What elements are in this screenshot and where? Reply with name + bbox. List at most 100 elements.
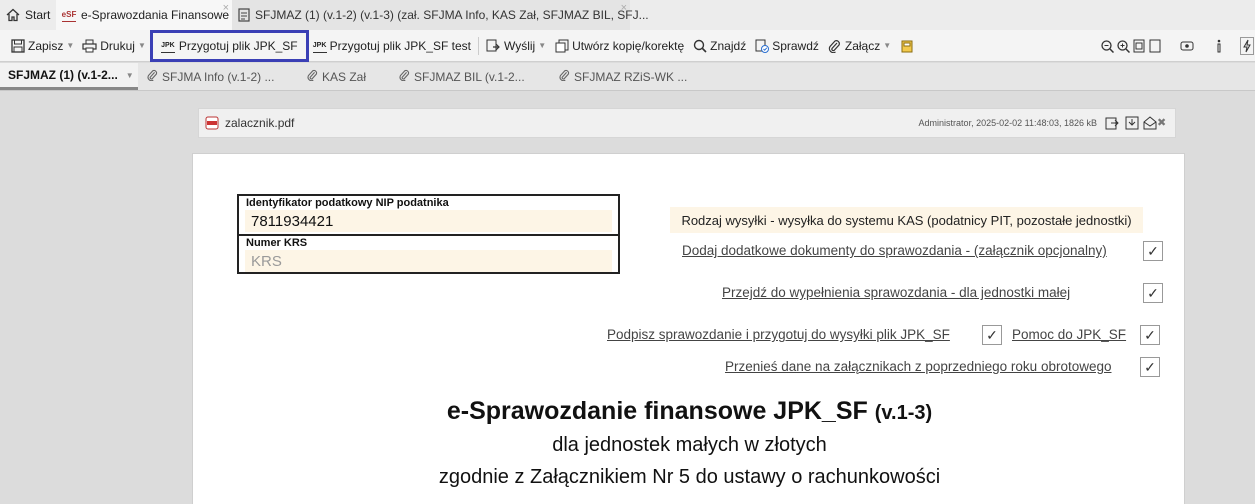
attach-button[interactable]: Załącz ▼ — [823, 34, 895, 58]
form-title-version: (v.1-3) — [874, 402, 933, 424]
tab-start[interactable]: Start — [0, 0, 56, 30]
prepare-jpk-sf-test-button[interactable]: JPK Przygotuj plik JPK_SF test — [309, 34, 475, 58]
printer-icon — [82, 38, 97, 53]
attachment-bar: zalacznik.pdf Administrator, 2025-02-02 … — [198, 108, 1176, 138]
paperclip-icon — [827, 38, 842, 53]
help-jpk-sf-link[interactable]: Pomoc do JPK_SF — [1012, 327, 1126, 342]
krs-row: Numer KRS KRS — [239, 234, 618, 272]
paperclip-icon — [398, 69, 410, 84]
transfer-data-checkbox[interactable]: ✓ — [1140, 357, 1160, 377]
find-label: Znajdź — [710, 38, 747, 53]
export-icon[interactable] — [1105, 116, 1119, 130]
send-label: Wyślij — [503, 38, 536, 53]
tab-sfjmaz[interactable]: SFJMAZ (1) (v.1-2) (v.1-3) (zał. SFJMA I… — [232, 0, 649, 30]
form-page: Identyfikator podatkowy NIP podatnika 78… — [192, 153, 1185, 504]
save-attachment-icon[interactable] — [1125, 116, 1139, 130]
close-icon[interactable]: ✖ — [1157, 116, 1171, 130]
esf-icon: eSF — [62, 8, 76, 22]
paperclip-icon — [306, 69, 318, 84]
preview-icon[interactable] — [1180, 38, 1194, 54]
chevron-down-icon[interactable]: ▼ — [538, 41, 546, 50]
send-icon — [486, 38, 501, 53]
send-button[interactable]: Wyślij ▼ — [482, 34, 550, 58]
attachment-meta: Administrator, 2025-02-02 11:48:03, 1826… — [918, 118, 1097, 128]
find-button[interactable]: Znajdź — [688, 34, 750, 58]
doc-tab-sfjmaz-bil[interactable]: SFJMAZ BIL (v.1-2... — [390, 63, 550, 90]
help-jpk-sf-checkbox[interactable]: ✓ — [1140, 325, 1160, 345]
save-icon — [10, 38, 25, 53]
print-button[interactable]: Drukuj ▼ — [78, 34, 150, 58]
fill-report-link[interactable]: Przejdź do wypełnienia sprawozdania - dl… — [722, 285, 1070, 300]
jpk-icon: JPK — [160, 38, 175, 53]
fill-report-checkbox[interactable]: ✓ — [1143, 283, 1163, 303]
chevron-down-icon[interactable]: ▼ — [126, 71, 134, 80]
save-button[interactable]: Zapisz ▼ — [6, 34, 78, 58]
sign-report-checkbox[interactable]: ✓ — [982, 325, 1002, 345]
doc-tab-sfjmaz-rzis[interactable]: SFJMAZ RZiS-WK ... — [550, 63, 700, 90]
doc-tab-label: KAS Zał — [322, 69, 367, 84]
chevron-down-icon[interactable]: ▼ — [883, 41, 891, 50]
tab-label: SFJMAZ (1) (v.1-2) (v.1-3) (zał. SFJMA I… — [255, 8, 649, 22]
doc-tab-kas-zal[interactable]: KAS Zał — [298, 63, 390, 90]
tab-bar: Start eSF e-Sprawozdania Finansowe × SFJ… — [0, 0, 1255, 30]
chevron-down-icon[interactable]: ▼ — [66, 41, 74, 50]
view-tools — [1099, 30, 1255, 62]
verify-icon — [754, 38, 769, 53]
form-subtitle-1: dla jednostek małych w złotych — [552, 434, 827, 456]
nip-field[interactable]: 7811934421 — [245, 210, 612, 232]
separator — [477, 36, 479, 55]
attachment-filename[interactable]: zalacznik.pdf — [225, 116, 294, 130]
prepare-jpk-sf-button[interactable]: JPK Przygotuj plik JPK_SF — [149, 29, 309, 62]
stamp-button[interactable] — [895, 34, 921, 58]
add-documents-checkbox[interactable]: ✓ — [1143, 241, 1163, 261]
form-subtitle-2: zgodnie z Załącznikiem Nr 5 do ustawy o … — [438, 466, 941, 488]
paperclip-icon — [558, 69, 570, 84]
identification-box: Identyfikator podatkowy NIP podatnika 78… — [237, 194, 620, 274]
check-button[interactable]: Sprawdź — [750, 34, 823, 58]
doc-tab-label: SFJMAZ (1) (v.1-2... — [8, 68, 118, 82]
shipping-type-select[interactable]: Rodzaj wysyłki - wysyłka do systemu KAS … — [670, 207, 1143, 233]
sign-report-link[interactable]: Podpisz sprawozdanie i przygotuj do wysy… — [607, 327, 950, 342]
zoom-out-icon[interactable] — [1100, 38, 1114, 54]
form-title-main: e-Sprawozdanie finansowe JPK_SF — [446, 397, 868, 425]
copy-icon — [554, 38, 569, 53]
create-copy-button[interactable]: Utwórz kopię/korektę — [550, 34, 688, 58]
toolbar: Zapisz ▼ Drukuj ▼ JPK Przygotuj plik JPK… — [0, 29, 1255, 62]
paperclip-icon — [146, 69, 158, 84]
doc-tab-sfjma-info[interactable]: SFJMA Info (v.1-2) ... — [138, 63, 298, 90]
attach-label: Załącz — [844, 38, 881, 53]
prepare-jpk-sf-label: Przygotuj plik JPK_SF — [178, 38, 298, 53]
zoom-in-icon[interactable] — [1116, 38, 1130, 54]
form-title: e-Sprawozdanie finansowe JPK_SF (v.1-3) — [193, 397, 1186, 426]
tab-label: Start — [25, 8, 51, 22]
print-label: Drukuj — [100, 38, 135, 53]
fit-page-icon[interactable] — [1132, 38, 1146, 54]
page-icon[interactable] — [1148, 38, 1162, 54]
transfer-data-link[interactable]: Przenieś dane na załącznikach z poprzedn… — [725, 359, 1112, 374]
create-copy-label: Utwórz kopię/korektę — [572, 38, 685, 53]
pdf-icon — [205, 116, 219, 130]
save-label: Zapisz — [28, 38, 64, 53]
email-icon[interactable] — [1143, 116, 1157, 130]
doc-tab-sfjmaz[interactable]: SFJMAZ (1) (v.1-2... ▼ — [0, 63, 138, 90]
lightning-icon[interactable] — [1240, 37, 1254, 55]
chevron-down-icon[interactable]: ▼ — [138, 41, 146, 50]
doc-tab-label: SFJMAZ BIL (v.1-2... — [414, 69, 525, 84]
tab-e-sprawozdania[interactable]: eSF e-Sprawozdania Finansowe × — [56, 0, 232, 30]
search-icon — [692, 38, 707, 53]
krs-label: Numer KRS — [246, 237, 308, 249]
info-icon[interactable] — [1212, 38, 1226, 54]
nip-label: Identyfikator podatkowy NIP podatnika — [246, 197, 449, 209]
close-icon[interactable]: × — [621, 2, 627, 14]
close-icon[interactable]: × — [223, 2, 229, 14]
doc-tab-label: SFJMAZ RZiS-WK ... — [574, 69, 688, 84]
check-label: Sprawdź — [772, 38, 819, 53]
document-icon — [238, 8, 250, 22]
home-icon — [6, 8, 20, 22]
krs-field[interactable]: KRS — [245, 250, 612, 272]
nip-row: Identyfikator podatkowy NIP podatnika 78… — [239, 196, 618, 234]
prepare-jpk-sf-test-label: Przygotuj plik JPK_SF test — [329, 38, 471, 53]
jpk-icon: JPK — [312, 38, 327, 53]
document-tabs: SFJMAZ (1) (v.1-2... ▼ SFJMA Info (v.1-2… — [0, 63, 1255, 91]
add-documents-link[interactable]: Dodaj dodatkowe dokumenty do sprawozdani… — [682, 243, 1107, 258]
